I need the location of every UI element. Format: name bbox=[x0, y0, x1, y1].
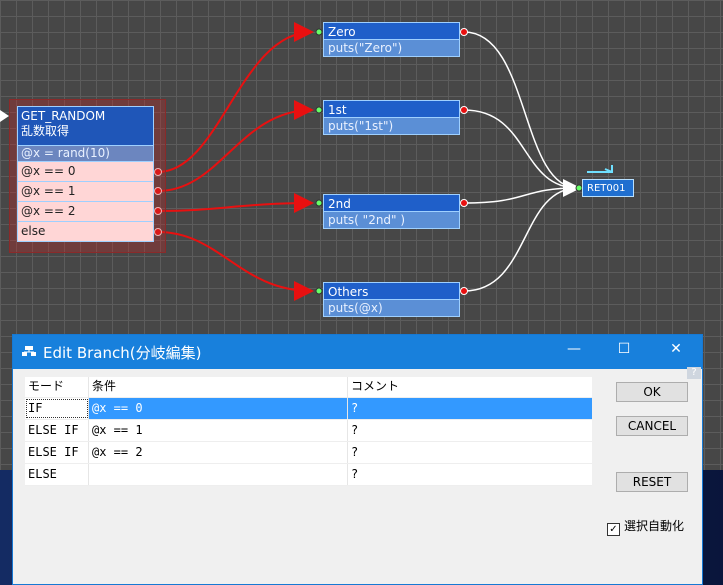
cell-condition[interactable]: @x == 1 bbox=[89, 420, 348, 441]
port-1st-out bbox=[460, 106, 468, 114]
wire-cond2-2nd bbox=[157, 193, 314, 214]
edit-branch-dialog: Edit Branch(分岐編集) — ☐ ✕ ? モード 条件 コメント IF… bbox=[12, 334, 703, 585]
node-code: puts(@x) bbox=[323, 300, 460, 317]
node-code: puts( "2nd" ) bbox=[323, 212, 460, 229]
node-label: 1st bbox=[323, 100, 460, 118]
entry-arrow-icon bbox=[0, 110, 9, 122]
dialog-titlebar[interactable]: Edit Branch(分岐編集) — ☐ ✕ bbox=[13, 335, 702, 369]
node-1st[interactable]: 1st puts("1st") bbox=[323, 100, 460, 135]
node-zero[interactable]: Zero puts("Zero") bbox=[323, 22, 460, 57]
return-node[interactable]: RET001 bbox=[582, 179, 634, 197]
port-others-in bbox=[315, 287, 323, 295]
random-node-expression: @x = rand(10) bbox=[17, 146, 154, 162]
wire-others-ret bbox=[463, 179, 581, 292]
header-condition[interactable]: 条件 bbox=[89, 377, 348, 398]
condition-row[interactable]: @x == 2 bbox=[17, 202, 154, 222]
cell-mode[interactable]: ELSE IF bbox=[25, 442, 89, 463]
random-node-title[interactable]: GET_RANDOM 乱数取得 bbox=[17, 106, 154, 146]
close-icon[interactable]: ✕ bbox=[666, 341, 686, 357]
node-2nd[interactable]: 2nd puts( "2nd" ) bbox=[323, 194, 460, 229]
cell-mode[interactable]: ELSE bbox=[25, 464, 89, 485]
node-code: puts("1st") bbox=[323, 118, 460, 135]
wire-cond0-zero bbox=[157, 22, 314, 173]
auto-select-label: 選択自動化 bbox=[624, 519, 685, 533]
wire-2nd-ret bbox=[463, 187, 579, 204]
random-node-name: GET_RANDOM bbox=[21, 109, 106, 123]
dialog-title: Edit Branch(分岐編集) bbox=[43, 344, 202, 362]
cell-mode[interactable]: ELSE IF bbox=[25, 420, 89, 441]
node-code: puts("Zero") bbox=[323, 40, 460, 57]
return-marker-icon bbox=[587, 165, 613, 173]
minimize-icon[interactable]: — bbox=[564, 341, 584, 357]
cell-comment[interactable]: ? bbox=[348, 420, 592, 441]
node-label: 2nd bbox=[323, 194, 460, 212]
cell-comment[interactable]: ? bbox=[348, 464, 592, 485]
table-row[interactable]: ELSE IF @x == 1 ? bbox=[25, 420, 592, 442]
cell-condition[interactable] bbox=[89, 464, 348, 485]
table-row[interactable]: ELSE IF @x == 2 ? bbox=[25, 442, 592, 464]
node-label: Zero bbox=[323, 22, 460, 40]
wire-zero-ret bbox=[463, 31, 579, 189]
header-mode[interactable]: モード bbox=[25, 377, 89, 398]
cell-comment[interactable]: ? bbox=[348, 442, 592, 463]
port-2nd-in bbox=[315, 199, 323, 207]
table-header: モード 条件 コメント bbox=[25, 377, 592, 398]
wire-else-others bbox=[157, 231, 314, 301]
wire-1st-ret bbox=[463, 109, 579, 189]
port-zero-out bbox=[460, 28, 468, 36]
node-label: Others bbox=[323, 282, 460, 300]
condition-row-else[interactable]: else bbox=[17, 222, 154, 242]
reset-button[interactable]: RESET bbox=[616, 472, 688, 492]
cancel-button[interactable]: CANCEL bbox=[616, 416, 688, 436]
wire-cond1-1st bbox=[157, 100, 314, 192]
port-zero-in bbox=[315, 28, 323, 36]
random-node[interactable]: GET_RANDOM 乱数取得 @x = rand(10) @x == 0 @x… bbox=[17, 106, 154, 242]
cell-condition[interactable]: @x == 2 bbox=[89, 442, 348, 463]
header-comment[interactable]: コメント bbox=[348, 377, 592, 398]
table-row[interactable]: IF @x == 0 ? bbox=[25, 398, 592, 420]
auto-select-checkbox[interactable]: ✓ 選択自動化 bbox=[607, 517, 684, 536]
cell-mode[interactable]: IF bbox=[25, 398, 89, 419]
node-others[interactable]: Others puts(@x) bbox=[323, 282, 460, 317]
maximize-icon[interactable]: ☐ bbox=[614, 341, 634, 357]
port-others-out bbox=[460, 287, 468, 295]
table-row[interactable]: ELSE ? bbox=[25, 464, 592, 486]
help-icon[interactable]: ? bbox=[687, 367, 701, 379]
cell-comment[interactable]: ? bbox=[348, 398, 592, 419]
random-node-caption: 乱数取得 bbox=[21, 124, 70, 138]
ok-button[interactable]: OK bbox=[616, 382, 688, 402]
checkmark-icon[interactable]: ✓ bbox=[607, 523, 620, 536]
cell-condition[interactable]: @x == 0 bbox=[89, 398, 348, 419]
condition-row[interactable]: @x == 1 bbox=[17, 182, 154, 202]
condition-row[interactable]: @x == 0 bbox=[17, 162, 154, 182]
app-icon bbox=[22, 346, 36, 356]
port-2nd-out bbox=[460, 199, 468, 207]
branch-table[interactable]: モード 条件 コメント IF @x == 0 ? ELSE IF @x == 1… bbox=[25, 377, 592, 486]
port-1st-in bbox=[315, 106, 323, 114]
